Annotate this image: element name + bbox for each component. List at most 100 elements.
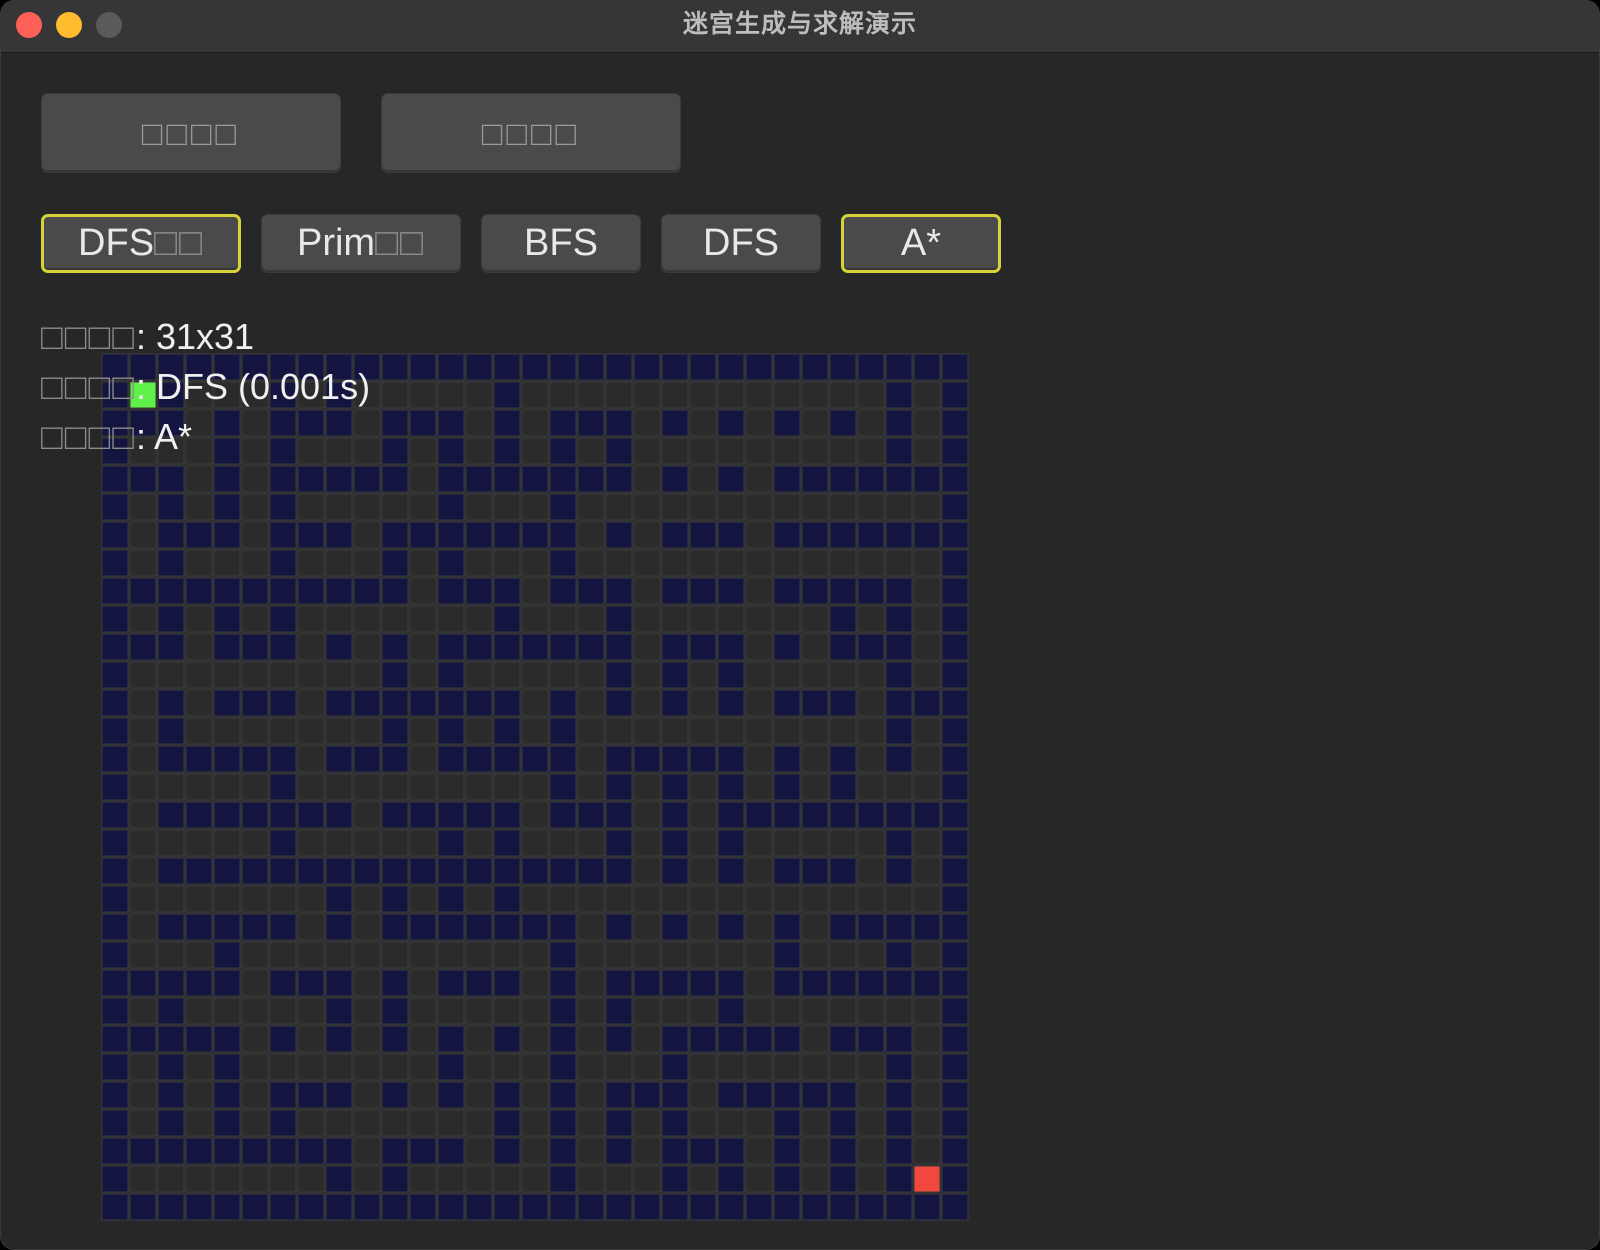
maze-path-cell	[409, 773, 437, 801]
maze-wall-cell	[101, 913, 129, 941]
maze-wall-cell	[465, 913, 493, 941]
maze-path-cell	[689, 829, 717, 857]
maze-wall-cell	[213, 1081, 241, 1109]
maze-path-cell	[213, 885, 241, 913]
dfs-generation-button[interactable]: DFS□□	[41, 214, 241, 273]
maze-wall-cell	[101, 1053, 129, 1081]
maze-wall-cell	[717, 409, 745, 437]
maze-path-cell	[857, 1053, 885, 1081]
maze-path-cell	[913, 409, 941, 437]
maze-wall-cell	[885, 381, 913, 409]
maze-wall-cell	[521, 913, 549, 941]
maze-path-cell	[689, 493, 717, 521]
maze-path-cell	[297, 549, 325, 577]
generate-maze-button[interactable]: □□□□	[41, 93, 341, 173]
maze-wall-cell	[717, 913, 745, 941]
maze-path-cell	[577, 1165, 605, 1193]
maze-path-cell	[913, 829, 941, 857]
maze-wall-cell	[353, 857, 381, 885]
maze-path-cell	[633, 1053, 661, 1081]
maze-path-cell	[633, 577, 661, 605]
maze-wall-cell	[437, 829, 465, 857]
maze-wall-cell	[381, 521, 409, 549]
maze-wall-cell	[549, 465, 577, 493]
maze-path-cell	[717, 549, 745, 577]
maze-wall-cell	[493, 1081, 521, 1109]
maze-path-cell	[157, 1165, 185, 1193]
maze-path-cell	[353, 997, 381, 1025]
generation-info: □□□□: DFS (0.001s)	[41, 366, 370, 408]
maze-svg	[101, 353, 969, 1221]
maze-wall-cell	[577, 633, 605, 661]
astar-solve-button[interactable]: A*	[841, 214, 1001, 273]
maze-wall-cell	[437, 577, 465, 605]
maze-wall-cell	[185, 801, 213, 829]
maze-path-cell	[185, 829, 213, 857]
maze-wall-cell	[157, 549, 185, 577]
maze-wall-cell	[157, 913, 185, 941]
maze-path-cell	[353, 1053, 381, 1081]
maze-wall-cell	[717, 773, 745, 801]
maze-wall-cell	[381, 577, 409, 605]
prim-generation-button[interactable]: Prim□□	[261, 214, 461, 273]
maze-wall-cell	[941, 493, 969, 521]
maze-path-cell	[185, 605, 213, 633]
maze-path-cell	[241, 661, 269, 689]
maze-path-cell	[717, 1109, 745, 1137]
maze-wall-cell	[829, 521, 857, 549]
maze-wall-cell	[549, 493, 577, 521]
maze-wall-cell	[549, 745, 577, 773]
maze-path-cell	[269, 717, 297, 745]
maze-wall-cell	[941, 969, 969, 997]
maze-path-cell	[297, 1053, 325, 1081]
maze-wall-cell	[717, 1081, 745, 1109]
dfs-solve-button[interactable]: DFS	[661, 214, 821, 273]
maze-path-cell	[381, 829, 409, 857]
maze-path-cell	[409, 381, 437, 409]
maze-path-cell	[633, 521, 661, 549]
maze-wall-cell	[913, 521, 941, 549]
bfs-solve-button[interactable]: BFS	[481, 214, 641, 273]
maze-wall-cell	[325, 997, 353, 1025]
maze-path-cell	[577, 605, 605, 633]
maze-wall-cell	[493, 801, 521, 829]
maze-path-cell	[801, 1109, 829, 1137]
maze-wall-cell	[269, 829, 297, 857]
maze-wall-cell	[661, 1025, 689, 1053]
maze-path-cell	[801, 381, 829, 409]
maze-path-cell	[549, 605, 577, 633]
maze-wall-cell	[241, 577, 269, 605]
maze-wall-cell	[269, 437, 297, 465]
maze-wall-cell	[269, 605, 297, 633]
maze-wall-cell	[745, 1081, 773, 1109]
maze-path-cell	[213, 773, 241, 801]
maze-path-cell	[185, 1109, 213, 1137]
maze-path-cell	[437, 1109, 465, 1137]
maze-wall-cell	[493, 633, 521, 661]
maze-wall-cell	[465, 577, 493, 605]
maze-path-cell	[297, 717, 325, 745]
maze-path-cell	[829, 1053, 857, 1081]
maze-path-cell	[605, 549, 633, 577]
maze-wall-cell	[801, 969, 829, 997]
maze-wall-cell	[269, 745, 297, 773]
maze-path-cell	[857, 745, 885, 773]
maze-path-cell	[801, 605, 829, 633]
maze-path-cell	[325, 829, 353, 857]
maze-wall-cell	[717, 801, 745, 829]
maze-path-cell	[409, 1081, 437, 1109]
maze-path-cell	[913, 661, 941, 689]
maze-wall-cell	[437, 913, 465, 941]
maze-path-cell	[745, 633, 773, 661]
maze-wall-cell	[157, 1025, 185, 1053]
maze-wall-cell	[717, 969, 745, 997]
maze-path-cell	[297, 1165, 325, 1193]
maze-wall-cell	[661, 465, 689, 493]
maze-path-cell	[577, 717, 605, 745]
solve-maze-button[interactable]: □□□□	[381, 93, 681, 173]
maze-wall-cell	[801, 465, 829, 493]
maze-wall-cell	[577, 409, 605, 437]
maze-path-cell	[213, 661, 241, 689]
maze-wall-cell	[269, 857, 297, 885]
maze-wall-cell	[605, 829, 633, 857]
